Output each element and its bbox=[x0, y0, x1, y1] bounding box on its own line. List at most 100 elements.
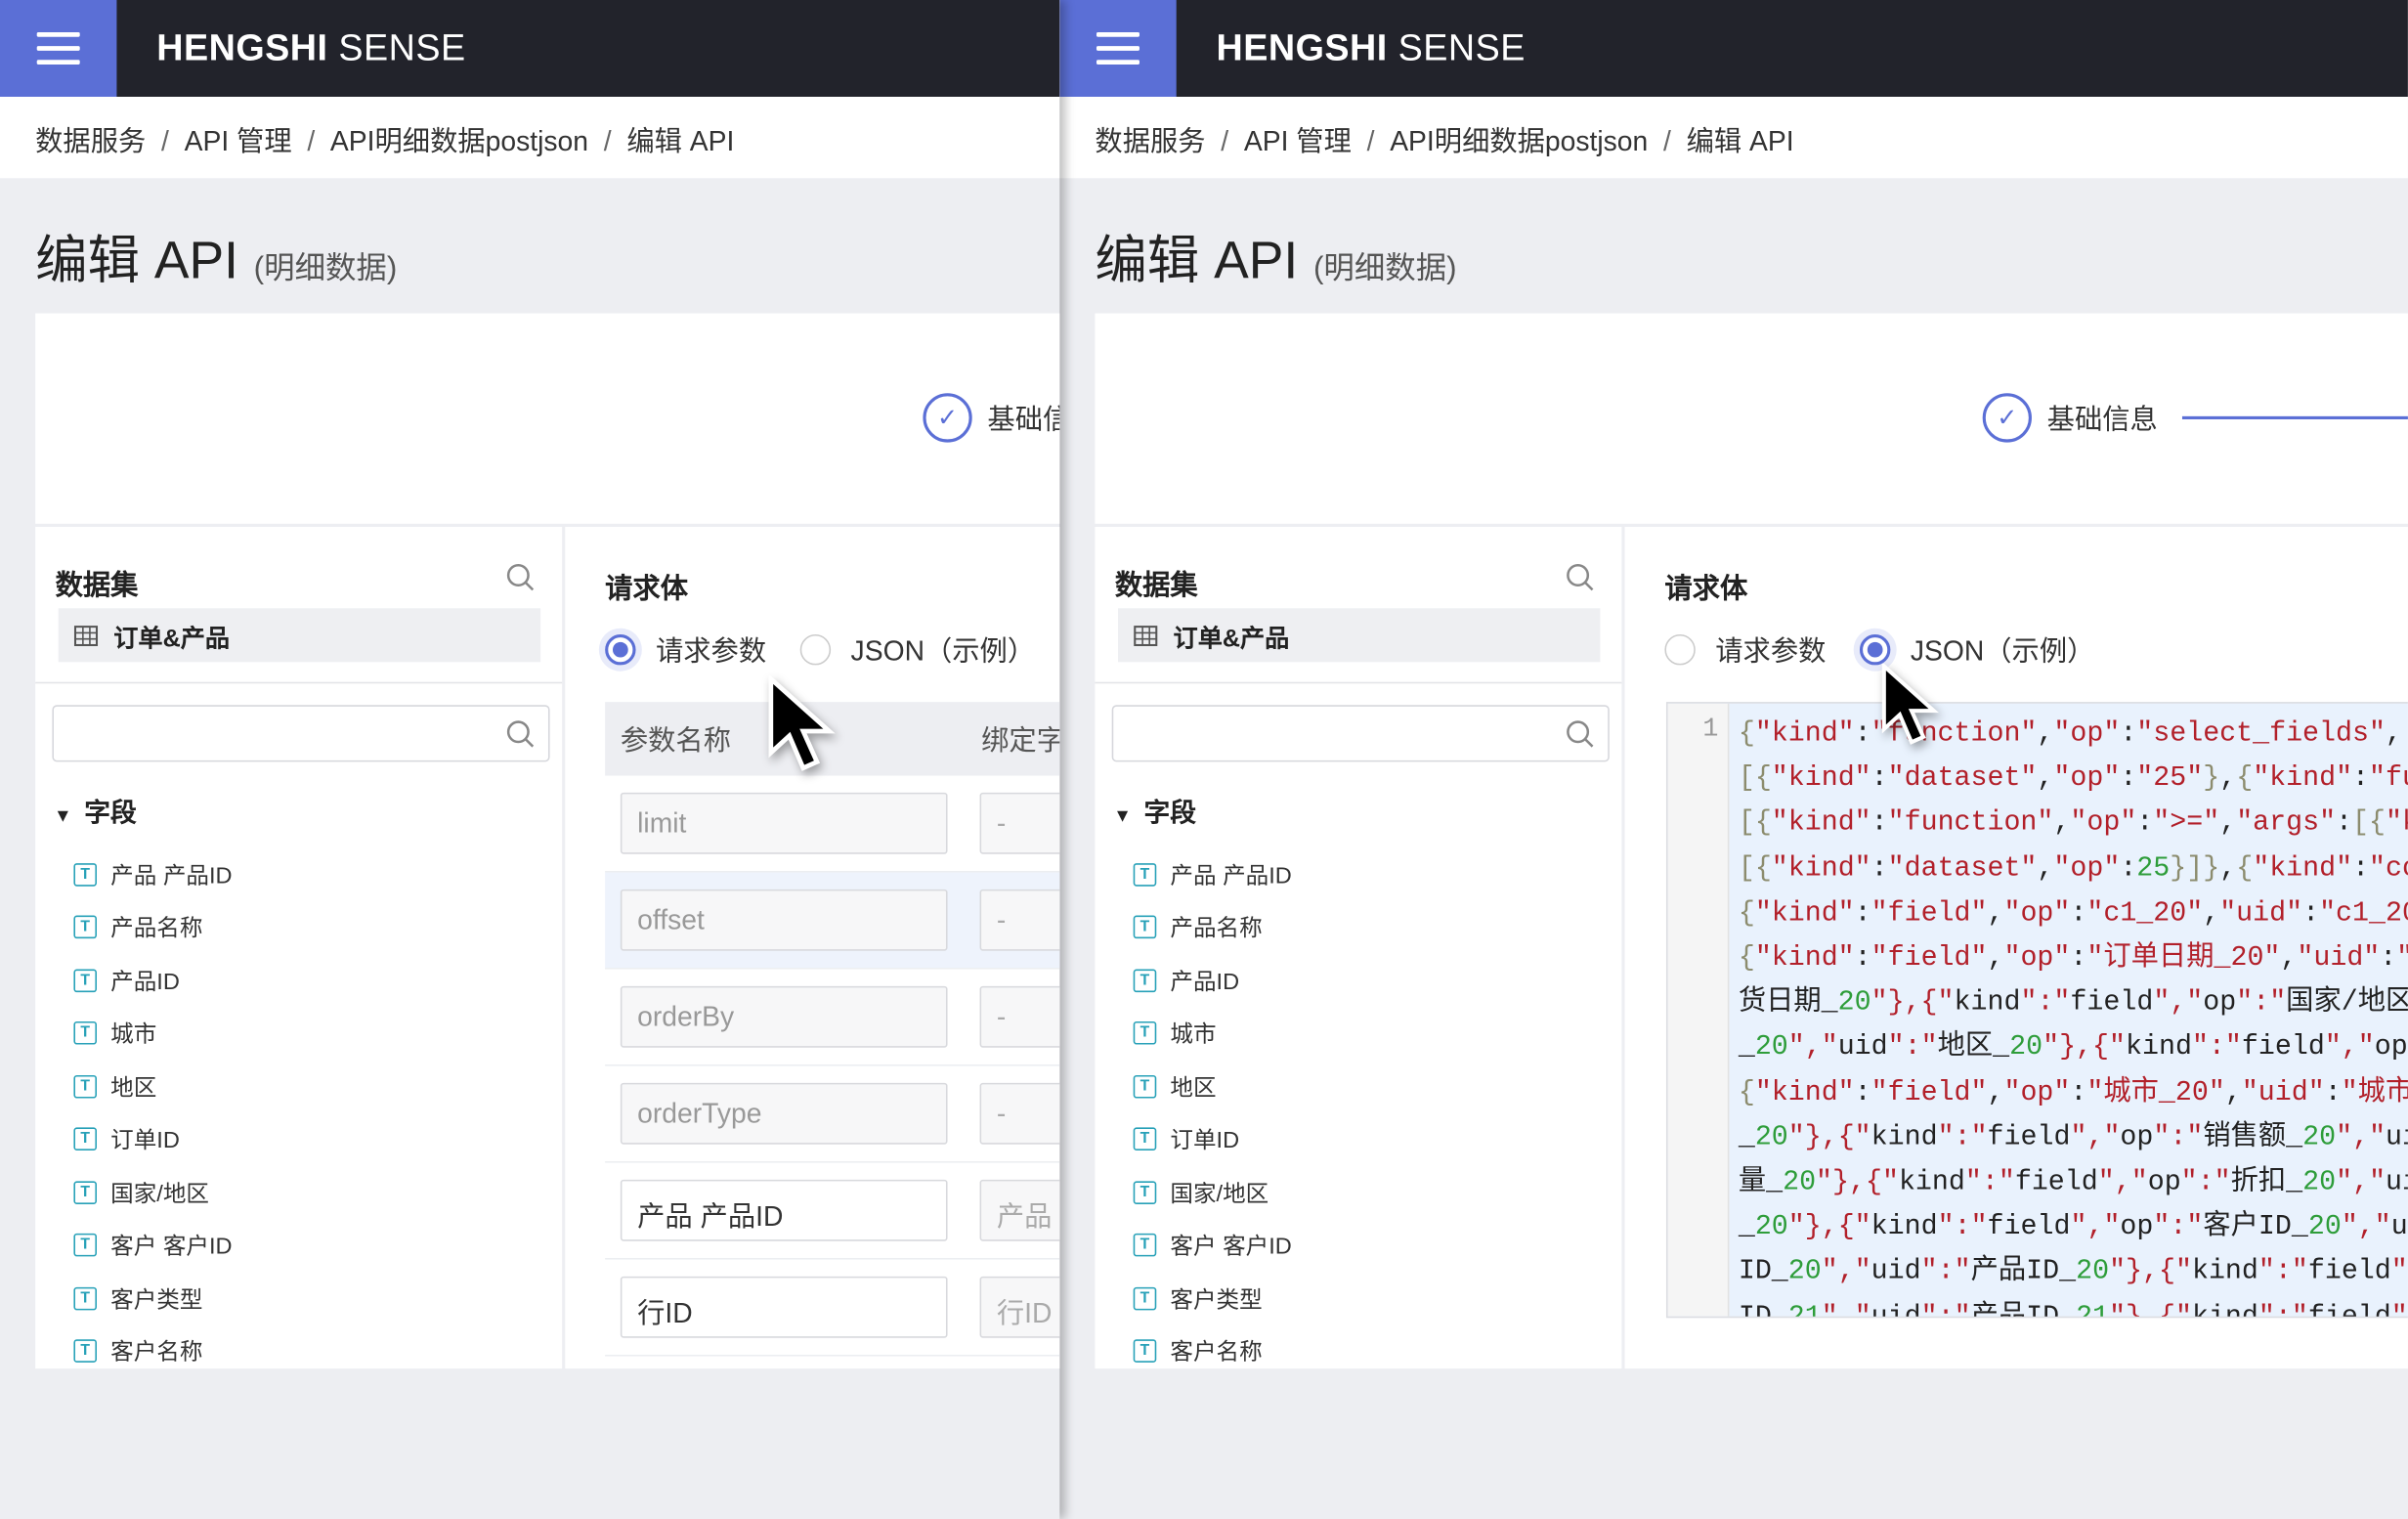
breadcrumb-api-management[interactable]: API 管理 bbox=[1244, 126, 1352, 156]
bind-field-select[interactable]: - bbox=[979, 985, 1060, 1048]
field-item[interactable]: T 国家/地区 bbox=[73, 1166, 232, 1219]
bind-field-select[interactable]: - bbox=[979, 1082, 1060, 1145]
check-icon: ✓ bbox=[923, 393, 972, 443]
breadcrumb-current: 编辑 API bbox=[1686, 125, 1794, 157]
breadcrumb: 数据服务 / API 管理 / API明细数据postjson / 编辑 API bbox=[0, 96, 1060, 179]
field-item[interactable]: T 产品 产品ID bbox=[1133, 847, 1292, 900]
field-list: T 产品 产品ID T 产品名称 T 产品ID T 城市 T 地区 T 订单ID T 国家/地区 T 客户 客… bbox=[73, 847, 233, 1377]
field-item[interactable]: T 订单ID bbox=[1133, 1112, 1292, 1165]
code-line: {"kind":"function","op":"select_fields", bbox=[1738, 718, 2402, 750]
field-item[interactable]: T 地区 bbox=[73, 1060, 232, 1112]
code-line: ID_21","uid":"产品ID_21"},{"kind":"field", bbox=[1738, 1301, 2408, 1319]
field-group-toggle[interactable]: ▼ 字段 bbox=[1113, 791, 1196, 829]
field-item[interactable]: T 客户 客户ID bbox=[1133, 1219, 1292, 1272]
params-table: 参数名称 绑定字 limit - offset - orderBy - orderType - 产品… bbox=[605, 702, 1060, 1357]
radio-request-params[interactable] bbox=[605, 633, 636, 666]
step-basic-info[interactable]: ✓ 基础信息 bbox=[923, 393, 1059, 443]
field-item[interactable]: T 客户 客户ID bbox=[73, 1219, 233, 1272]
text-type-icon: T bbox=[1133, 1234, 1157, 1257]
param-name-input[interactable]: orderBy bbox=[620, 985, 948, 1048]
bind-field-select[interactable]: 行ID bbox=[979, 1276, 1060, 1338]
text-type-icon: T bbox=[1133, 1074, 1157, 1099]
step-label: 基础信息 bbox=[2046, 404, 2158, 435]
field-search-input[interactable] bbox=[1111, 705, 1610, 762]
mouse-cursor-icon bbox=[1881, 663, 1940, 745]
field-list: T 产品 产品ID T 产品名称 T 产品ID T 城市 T 地区 T 订单ID T 国家/地区 T 客户 客… bbox=[1133, 847, 1292, 1377]
text-type-icon: T bbox=[1133, 1021, 1157, 1045]
page-title: 编辑 API (明细数据) bbox=[1095, 232, 1457, 290]
line-number: 1 bbox=[1667, 703, 1730, 1317]
field-item[interactable]: T 城市 bbox=[1133, 1007, 1292, 1060]
bind-field-select[interactable]: 产品 bbox=[979, 1179, 1060, 1241]
step-connector bbox=[2181, 415, 2408, 419]
table-row: limit - bbox=[605, 776, 1060, 873]
request-body-title: 请求体 bbox=[605, 573, 688, 604]
code-line: [{"kind":"dataset","op":"25"},{"kind":"f… bbox=[1738, 763, 2408, 795]
radio-json-example[interactable] bbox=[799, 633, 832, 666]
field-search-input[interactable] bbox=[52, 705, 550, 762]
text-type-icon: T bbox=[73, 1286, 97, 1311]
text-type-icon: T bbox=[1133, 969, 1157, 992]
field-item[interactable]: T 客户名称 bbox=[1133, 1324, 1292, 1377]
text-type-icon: T bbox=[1133, 862, 1157, 887]
dataset-item[interactable]: 订单&产品 bbox=[58, 608, 541, 663]
field-item[interactable]: T 产品名称 bbox=[73, 901, 232, 954]
brand-logo: HENGSHI SENSE bbox=[1216, 27, 1526, 69]
field-group-toggle[interactable]: ▼ 字段 bbox=[54, 791, 137, 829]
menu-icon[interactable] bbox=[1059, 0, 1177, 97]
breadcrumb-data-service[interactable]: 数据服务 bbox=[35, 126, 146, 156]
param-name-input[interactable]: offset bbox=[620, 889, 948, 951]
search-icon bbox=[506, 720, 535, 748]
steps-card: ✓ 基础信息 bbox=[35, 313, 1060, 524]
search-icon[interactable] bbox=[1565, 562, 1595, 592]
field-item[interactable]: T 产品ID bbox=[73, 954, 232, 1007]
field-item[interactable]: T 城市 bbox=[73, 1007, 232, 1060]
field-item[interactable]: T 客户类型 bbox=[73, 1272, 232, 1324]
field-item[interactable]: T 订单ID bbox=[73, 1112, 232, 1165]
search-icon bbox=[1567, 720, 1594, 748]
text-type-icon: T bbox=[73, 1181, 97, 1204]
field-item[interactable]: T 产品 产品ID bbox=[73, 847, 233, 900]
breadcrumb-api-management[interactable]: API 管理 bbox=[185, 126, 292, 156]
json-editor[interactable]: 1 {"kind":"function","op":"select_fields"… bbox=[1665, 702, 2408, 1319]
text-type-icon: T bbox=[1133, 1339, 1157, 1364]
right-screenshot-panel: HENGSHI SENSE 数据服务 / API 管理 / API明细数据postjso… bbox=[1059, 0, 2408, 1519]
search-icon[interactable] bbox=[505, 562, 536, 592]
dataset-item[interactable]: 订单&产品 bbox=[1117, 608, 1601, 663]
text-type-icon: T bbox=[1133, 1286, 1157, 1311]
table-row: 行ID 行ID bbox=[605, 1260, 1060, 1357]
divider bbox=[35, 681, 563, 684]
radio-json-example[interactable] bbox=[1859, 633, 1891, 666]
text-type-icon: T bbox=[73, 915, 97, 939]
field-item[interactable]: T 产品ID bbox=[1133, 954, 1292, 1007]
field-item[interactable]: T 地区 bbox=[1133, 1060, 1292, 1112]
breadcrumb-data-service[interactable]: 数据服务 bbox=[1095, 126, 1205, 156]
param-name-input[interactable]: orderType bbox=[620, 1082, 948, 1145]
field-item[interactable]: T 客户类型 bbox=[1133, 1272, 1292, 1324]
code-line: _20","uid":"地区_20"},{"kind":"field","op" bbox=[1738, 1032, 2408, 1064]
field-item[interactable]: T 客户名称 bbox=[73, 1324, 232, 1377]
code-line: _20"},{"kind":"field","op":"客户ID_20","ui… bbox=[1738, 1212, 2408, 1243]
code-line: {"kind":"field","op":"城市_20","uid":"城市 bbox=[1738, 1077, 2408, 1108]
breadcrumb-api-item[interactable]: API明细数据postjson bbox=[1390, 126, 1648, 156]
page-title: 编辑 API (明细数据) bbox=[35, 232, 398, 290]
table-icon bbox=[73, 625, 99, 646]
param-name-input[interactable]: limit bbox=[620, 792, 948, 854]
request-body-panel: 请求体 请求参数 JSON（示例） 参数名称 绑定字 limit - offset - or… bbox=[565, 526, 1060, 1369]
caret-down-icon: ▼ bbox=[53, 804, 72, 827]
page-subtitle: (明细数据) bbox=[1312, 251, 1457, 286]
table-row: 产品 产品ID 产品 bbox=[605, 1163, 1060, 1260]
step-basic-info[interactable]: ✓ 基础信息 bbox=[1982, 393, 2408, 443]
radio-request-params[interactable] bbox=[1664, 633, 1696, 666]
field-item[interactable]: T 国家/地区 bbox=[1133, 1166, 1292, 1219]
param-name-input[interactable]: 产品 产品ID bbox=[620, 1179, 948, 1241]
bind-field-select[interactable]: - bbox=[979, 792, 1060, 854]
dataset-title: 数据集 bbox=[1114, 569, 1198, 601]
text-type-icon: T bbox=[73, 1021, 97, 1045]
caret-down-icon: ▼ bbox=[1113, 804, 1132, 827]
breadcrumb-api-item[interactable]: API明细数据postjson bbox=[330, 126, 588, 156]
bind-field-select[interactable]: - bbox=[979, 889, 1060, 951]
menu-icon[interactable] bbox=[0, 0, 117, 97]
field-item[interactable]: T 产品名称 bbox=[1133, 901, 1292, 954]
param-name-input[interactable]: 行ID bbox=[620, 1276, 948, 1338]
